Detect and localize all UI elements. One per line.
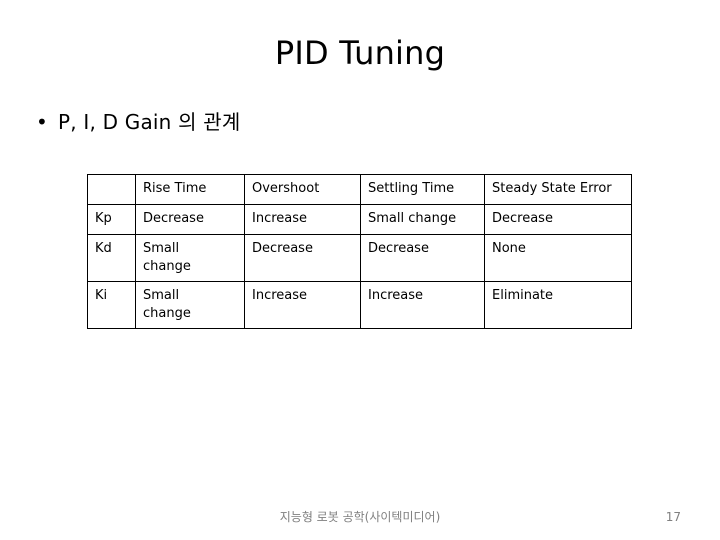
table-header-settling-time: Settling Time (360, 174, 485, 205)
table-header-rise-time: Rise Time (135, 174, 245, 205)
table-cell-text: Small change (143, 288, 191, 321)
pid-tuning-table: Rise Time Overshoot Settling Time Steady… (87, 174, 632, 329)
table-header-row: Rise Time Overshoot Settling Time Steady… (87, 174, 632, 205)
table-cell-kp-rise-time: Decrease (135, 204, 245, 235)
table-cell-gain-kp: Kp (87, 204, 136, 235)
table-cell-kp-steady-state-error: Decrease (484, 204, 632, 235)
table-cell-ki-steady-state-error: Eliminate (484, 281, 632, 329)
slide-canvas: { "slide": { "title": "PID Tuning", "bul… (0, 0, 720, 540)
table-row: Ki Small change Increase Increase Elimin… (87, 281, 632, 329)
bullet-dot-icon: • (36, 110, 48, 134)
table-header-overshoot: Overshoot (244, 174, 361, 205)
table-cell-ki-overshoot: Increase (244, 281, 361, 329)
page-title: PID Tuning (274, 34, 446, 72)
table-header-steady-state-error: Steady State Error (484, 174, 632, 205)
table-cell-kp-overshoot: Increase (244, 204, 361, 235)
table-cell-kd-settling-time: Decrease (360, 234, 485, 282)
pid-tuning-table-container: Rise Time Overshoot Settling Time Steady… (87, 174, 632, 329)
table-cell-gain-ki: Ki (87, 281, 136, 329)
table-cell-kd-rise-time: Small change (135, 234, 245, 282)
footer-page-number: 17 (665, 510, 681, 524)
table-header-corner (87, 174, 136, 205)
table-cell-ki-settling-time: Increase (360, 281, 485, 329)
table-cell-text: Small change (143, 241, 191, 274)
footer-source-text: 지능형 로봇 공학(사이텍미디어) (279, 510, 441, 524)
table-cell-kd-overshoot: Decrease (244, 234, 361, 282)
bullet-line: • P, I, D Gain 의 관계 (36, 108, 240, 136)
table-cell-kp-settling-time: Small change (360, 204, 485, 235)
table-cell-ki-rise-time: Small change (135, 281, 245, 329)
table-cell-gain-kd: Kd (87, 234, 136, 282)
bullet-text: P, I, D Gain 의 관계 (58, 110, 241, 134)
table-row: Kp Decrease Increase Small change Decrea… (87, 204, 632, 235)
table-row: Kd Small change Decrease Decrease None (87, 234, 632, 282)
table-cell-kd-steady-state-error: None (484, 234, 632, 282)
